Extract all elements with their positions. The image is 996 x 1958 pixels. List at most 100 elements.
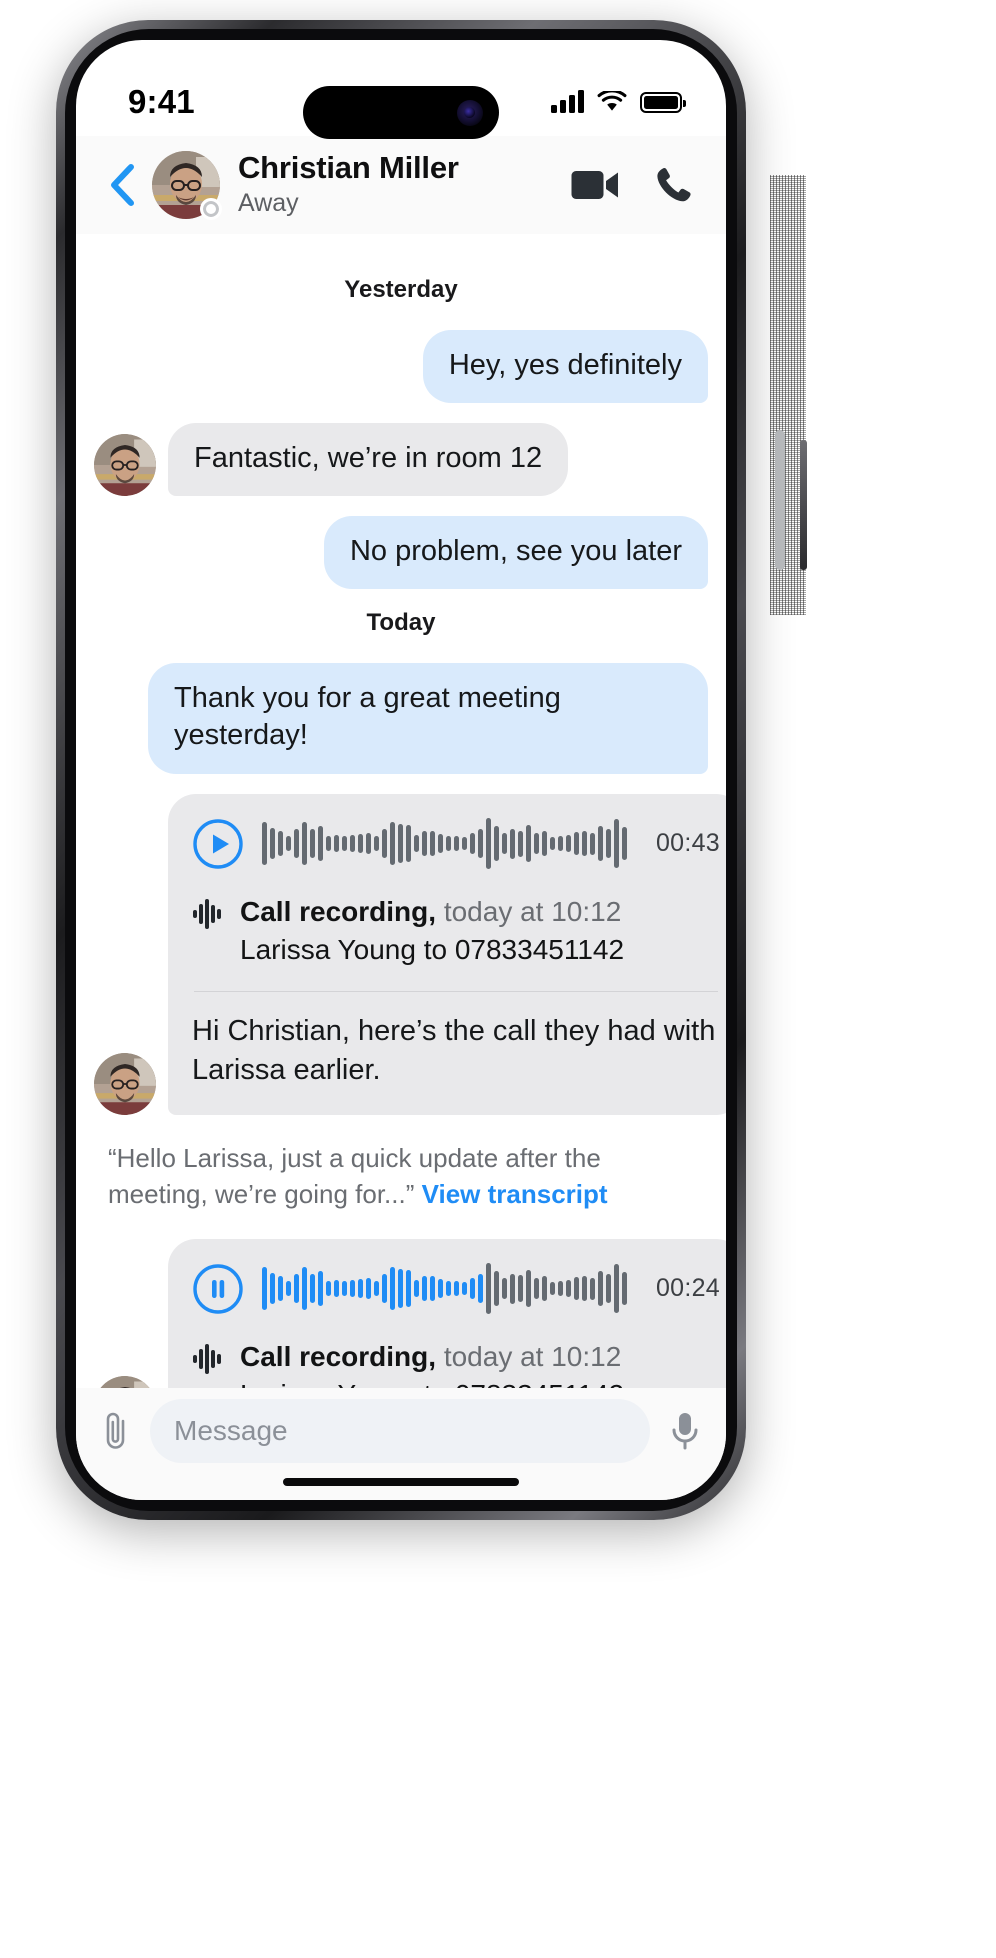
transcript-preview: “Hello Larissa, just a quick update afte… xyxy=(94,1135,694,1213)
waveform-bar xyxy=(302,1266,307,1311)
waveform-bar xyxy=(350,834,355,853)
waveform-bar xyxy=(398,1269,403,1308)
waveform-bar xyxy=(622,827,627,860)
waveform-bar xyxy=(550,837,555,850)
waveform-bar xyxy=(390,821,395,866)
chevron-left-icon xyxy=(111,164,134,206)
waveform-bar xyxy=(526,1270,531,1307)
recording-label: Call recording, xyxy=(240,895,437,927)
waveform-bar xyxy=(502,1278,507,1299)
waveform-bar xyxy=(566,1280,571,1298)
waveform-bar xyxy=(318,1271,323,1306)
message-bubble-outgoing[interactable]: No problem, see you later xyxy=(323,516,708,590)
waveform-bar xyxy=(542,1276,547,1301)
waveform-bar xyxy=(366,1277,371,1300)
waveform-bar xyxy=(470,832,475,855)
waveform-bar xyxy=(462,1282,467,1295)
waveform-bar xyxy=(454,1280,459,1297)
search-input[interactable]: Message xyxy=(150,1399,650,1463)
waveform-bar xyxy=(582,1276,587,1301)
call-recording-card[interactable]: 00:43 Call recording, today at 10:12 Lar… xyxy=(168,793,726,1115)
audio-duration: 00:43 xyxy=(655,829,720,858)
message-avatar xyxy=(94,434,156,497)
view-transcript-link[interactable]: View transcript xyxy=(422,1179,608,1209)
message-bubble-incoming[interactable]: Fantastic, we’re in room 12 xyxy=(168,423,569,497)
waveform-bar xyxy=(382,1274,387,1303)
waveform-bar xyxy=(294,829,299,858)
waveform-bar xyxy=(486,1262,491,1315)
microphone-icon[interactable] xyxy=(668,1409,702,1453)
header-actions xyxy=(570,165,698,205)
audio-player: 00:24 xyxy=(192,1261,720,1317)
waveform-bar xyxy=(326,835,331,852)
back-button[interactable] xyxy=(98,157,146,213)
waveform-bar xyxy=(414,835,419,852)
status-indicators xyxy=(551,90,686,113)
page-title: Christian Miller xyxy=(238,150,459,186)
waveform-bar xyxy=(542,831,547,856)
recording-participants: Larissa Young to 07833451142 xyxy=(240,933,625,965)
waveform-bar xyxy=(510,1273,515,1304)
play-icon[interactable] xyxy=(192,818,244,870)
avatar[interactable] xyxy=(152,151,222,220)
presence-away-icon xyxy=(200,198,222,220)
waveform-bar xyxy=(518,830,523,857)
recording-timestamp: today at 10:12 xyxy=(443,1340,622,1372)
waveform-bar xyxy=(398,824,403,863)
waveform-bar xyxy=(358,834,363,854)
avatar-photo xyxy=(94,1052,156,1115)
waveform-bar xyxy=(430,831,435,856)
message-list[interactable]: Yesterday Hey, yes definitely Fantastic,… xyxy=(76,234,726,1388)
waveform-bar xyxy=(310,1274,315,1303)
waveform-bar xyxy=(438,1278,443,1299)
pause-icon[interactable] xyxy=(192,1263,244,1315)
message-row: No problem, see you later xyxy=(94,516,708,590)
waveform-bar xyxy=(582,831,587,856)
avatar-photo xyxy=(94,1375,156,1388)
waveform-bar xyxy=(382,829,387,858)
waveform-bar xyxy=(510,828,515,859)
waveform-bar xyxy=(598,1271,603,1306)
wifi-icon xyxy=(597,91,627,111)
waveform-bar xyxy=(422,831,427,856)
waveform-bar xyxy=(494,825,499,862)
battery-icon xyxy=(640,91,686,113)
waveform-bar xyxy=(550,1282,555,1295)
header-text: Christian Miller Away xyxy=(238,150,570,219)
paperclip-icon[interactable] xyxy=(100,1409,132,1453)
message-row: Hey, yes definitely xyxy=(94,330,708,404)
waveform-icon xyxy=(193,1343,221,1374)
waveform-bar xyxy=(446,835,451,852)
waveform-bar xyxy=(358,1279,363,1299)
waveform-bar xyxy=(614,1264,619,1313)
cellular-signal-icon xyxy=(551,90,584,113)
audio-duration: 00:24 xyxy=(655,1274,720,1303)
message-bubble-outgoing[interactable]: Hey, yes definitely xyxy=(422,330,708,404)
waveform-bar xyxy=(310,829,315,858)
power-button[interactable] xyxy=(800,440,807,570)
recording-message-row: 00:24 Call recording, today at 10:12 xyxy=(94,1238,726,1388)
phone-screen: 9:41 Christian Miller Away Yesterday Hey… xyxy=(76,40,726,1500)
call-recording-card[interactable]: 00:24 Call recording, today at 10:12 xyxy=(168,1238,726,1388)
message-avatar xyxy=(94,1052,156,1115)
waveform-bar xyxy=(526,825,531,862)
waveform-bar xyxy=(486,817,491,870)
audio-waveform[interactable] xyxy=(262,1261,628,1317)
message-input-placeholder: Message xyxy=(174,1415,288,1446)
day-separator-today: Today xyxy=(366,609,436,637)
status-badge: Away xyxy=(238,188,299,217)
waveform-bar xyxy=(342,835,347,852)
dynamic-island xyxy=(303,86,499,139)
waveform-bar xyxy=(494,1270,499,1307)
recording-timestamp: today at 10:12 xyxy=(443,895,622,927)
waveform-bar xyxy=(502,833,507,854)
video-camera-icon[interactable] xyxy=(570,168,620,202)
waveform-bar xyxy=(574,1276,579,1301)
message-avatar xyxy=(94,1375,156,1388)
waveform-bar xyxy=(606,1273,611,1304)
recording-label: Call recording, xyxy=(240,1340,437,1372)
waveform-bar xyxy=(414,1280,419,1297)
audio-waveform[interactable] xyxy=(262,816,628,872)
message-bubble-outgoing[interactable]: Thank you for a great meeting yesterday! xyxy=(148,663,708,774)
phone-icon[interactable] xyxy=(654,165,694,205)
